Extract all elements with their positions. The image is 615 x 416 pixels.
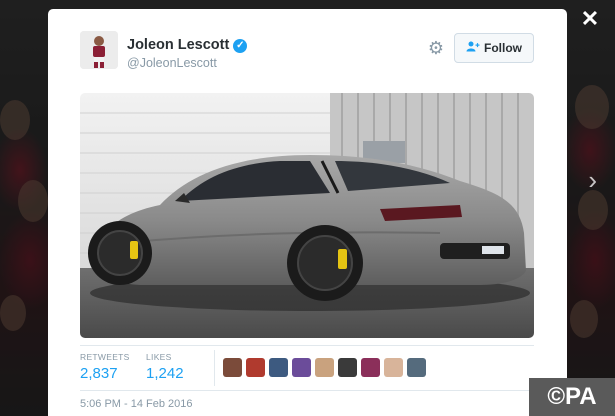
likes-count[interactable]: 1,242: [146, 365, 184, 382]
car-photo: [80, 93, 534, 338]
tweet-stats: RETWEETS 2,837 LIKES 1,242: [80, 345, 534, 391]
liker-avatar[interactable]: [384, 358, 403, 377]
liker-avatars: [223, 358, 426, 377]
follow-button[interactable]: Follow: [454, 33, 534, 63]
tweet-photo[interactable]: [80, 93, 534, 338]
liker-avatar[interactable]: [269, 358, 288, 377]
verified-badge-icon: ✓: [233, 39, 248, 53]
follow-button-label: Follow: [484, 41, 522, 55]
tweet-timestamp[interactable]: 5:06 PM - 14 Feb 2016: [80, 398, 193, 410]
likes-stat[interactable]: LIKES 1,242: [146, 352, 184, 382]
author-name[interactable]: Joleon Lescott ✓: [127, 37, 248, 53]
retweets-label: RETWEETS: [80, 352, 130, 362]
retweets-stat[interactable]: RETWEETS 2,837: [80, 352, 130, 382]
liker-avatar[interactable]: [361, 358, 380, 377]
add-user-icon: [466, 41, 480, 55]
liker-avatar[interactable]: [407, 358, 426, 377]
avatar[interactable]: [80, 31, 118, 69]
liker-avatar[interactable]: [338, 358, 357, 377]
tweet-card: Joleon Lescott ✓ @JoleonLescott ⚙ Follow: [48, 9, 567, 416]
author-name-text[interactable]: Joleon Lescott: [127, 37, 229, 53]
liker-avatar[interactable]: [292, 358, 311, 377]
liker-avatar[interactable]: [315, 358, 334, 377]
retweets-count[interactable]: 2,837: [80, 365, 130, 382]
liker-avatar[interactable]: [223, 358, 242, 377]
liker-avatar[interactable]: [246, 358, 265, 377]
likes-label: LIKES: [146, 352, 172, 362]
next-arrow-icon[interactable]: ›: [588, 165, 597, 196]
avatar-image: [80, 31, 118, 69]
author-handle[interactable]: @JoleonLescott: [127, 56, 217, 70]
gear-icon[interactable]: ⚙: [426, 38, 446, 58]
close-button[interactable]: ✕: [579, 8, 601, 30]
stats-divider: [214, 350, 215, 386]
pa-watermark: ©PA: [529, 378, 615, 416]
